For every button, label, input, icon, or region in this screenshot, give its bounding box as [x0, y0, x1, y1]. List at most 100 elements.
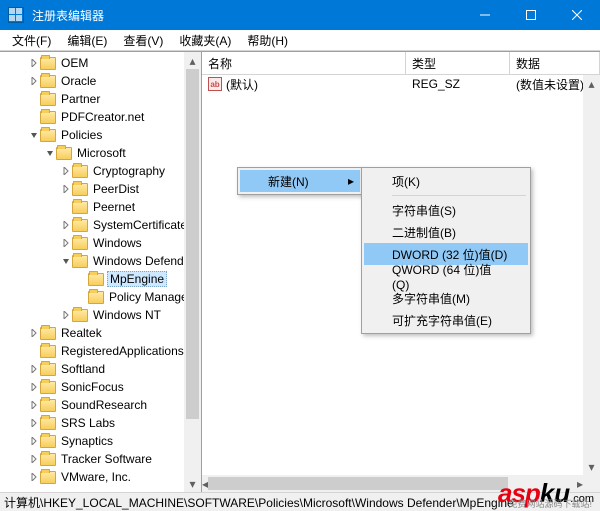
tree-item[interactable]: Tracker Software: [12, 450, 201, 468]
tree-item[interactable]: Realtek: [12, 324, 201, 342]
tree-item[interactable]: Partner: [12, 90, 201, 108]
ctx-multistring[interactable]: 多字符串值(M): [364, 287, 528, 309]
col-type[interactable]: 类型: [406, 52, 510, 74]
tree-scrollbar[interactable]: ▴ ▾: [184, 52, 201, 492]
expand-icon[interactable]: [60, 167, 72, 175]
tree-item[interactable]: PeerDist: [12, 180, 201, 198]
menu-file[interactable]: 文件(F): [4, 30, 59, 51]
ctx-qword[interactable]: QWORD (64 位)值(Q): [364, 265, 528, 287]
expand-icon[interactable]: [60, 239, 72, 247]
tree-item[interactable]: Softland: [12, 360, 201, 378]
maximize-button[interactable]: [508, 0, 554, 30]
tree-item[interactable]: SoundResearch: [12, 396, 201, 414]
tree-label: MpEngine: [107, 271, 167, 287]
folder-icon: [40, 75, 56, 88]
value-name: (默认): [226, 76, 258, 93]
tree-item[interactable]: SonicFocus: [12, 378, 201, 396]
tree-label: Policy Manager: [107, 290, 194, 304]
tree-item[interactable]: Policy Manager: [12, 288, 201, 306]
string-value-icon: ab: [208, 77, 222, 91]
ctx-expandstring[interactable]: 可扩充字符串值(E): [364, 309, 528, 331]
ctx-label: 新建(N): [268, 173, 309, 190]
expand-icon[interactable]: [28, 329, 40, 337]
expand-icon[interactable]: [60, 221, 72, 229]
col-name[interactable]: 名称: [202, 52, 406, 74]
folder-icon: [72, 237, 88, 250]
tree-item[interactable]: SRS Labs: [12, 414, 201, 432]
expand-icon[interactable]: [60, 185, 72, 193]
tree-label: Realtek: [59, 326, 104, 340]
menu-edit[interactable]: 编辑(E): [59, 30, 115, 51]
tree-label: Microsoft: [75, 146, 128, 160]
scroll-thumb-h[interactable]: [208, 477, 508, 490]
expand-icon[interactable]: [28, 59, 40, 67]
folder-icon: [72, 165, 88, 178]
ctx-key[interactable]: 项(K): [364, 170, 528, 192]
tree-item[interactable]: Oracle: [12, 72, 201, 90]
ctx-new[interactable]: 新建(N) ▸: [240, 170, 360, 192]
expand-icon[interactable]: [28, 419, 40, 427]
menu-help[interactable]: 帮助(H): [239, 30, 296, 51]
tree-item[interactable]: Cryptography: [12, 162, 201, 180]
tree-item[interactable]: SystemCertificates: [12, 216, 201, 234]
collapse-icon[interactable]: [60, 257, 72, 265]
tree-label: SoundResearch: [59, 398, 149, 412]
list-scrollbar-h[interactable]: ◂ ▸: [202, 475, 583, 492]
tree-item[interactable]: RegisteredApplications: [12, 342, 201, 360]
tree-label: SystemCertificates: [91, 218, 195, 232]
expand-icon[interactable]: [28, 77, 40, 85]
ctx-binary[interactable]: 二进制值(B): [364, 221, 528, 243]
tree-item[interactable]: Synaptics: [12, 432, 201, 450]
tree-item[interactable]: Peernet: [12, 198, 201, 216]
tree-label: Windows NT: [91, 308, 163, 322]
expand-icon[interactable]: [28, 437, 40, 445]
col-data[interactable]: 数据: [510, 52, 600, 74]
tree-item[interactable]: Windows Defender: [12, 252, 201, 270]
menu-view[interactable]: 查看(V): [115, 30, 171, 51]
expand-icon[interactable]: [28, 401, 40, 409]
tree-item[interactable]: Microsoft: [12, 144, 201, 162]
expand-icon[interactable]: [28, 455, 40, 463]
folder-icon: [40, 381, 56, 394]
minimize-button[interactable]: [462, 0, 508, 30]
folder-icon: [40, 363, 56, 376]
folder-icon: [88, 273, 104, 286]
scroll-thumb[interactable]: [186, 69, 199, 419]
scroll-down-icon[interactable]: ▾: [184, 475, 201, 492]
list-scrollbar-v[interactable]: ▴ ▾: [583, 75, 600, 475]
folder-icon: [88, 291, 104, 304]
ctx-string[interactable]: 字符串值(S): [364, 199, 528, 221]
scroll-down-icon[interactable]: ▾: [583, 458, 600, 475]
expand-icon[interactable]: [28, 473, 40, 481]
collapse-icon[interactable]: [28, 131, 40, 139]
tree-item[interactable]: Windows: [12, 234, 201, 252]
expand-icon[interactable]: [28, 365, 40, 373]
expand-icon[interactable]: [28, 383, 40, 391]
folder-icon: [40, 399, 56, 412]
tree-item[interactable]: MpEngine: [12, 270, 201, 288]
expand-icon[interactable]: [60, 311, 72, 319]
scroll-up-icon[interactable]: ▴: [583, 75, 600, 92]
tree-label: PeerDist: [91, 182, 141, 196]
scroll-up-icon[interactable]: ▴: [184, 52, 201, 69]
value-type: REG_SZ: [406, 77, 510, 91]
menubar: 文件(F) 编辑(E) 查看(V) 收藏夹(A) 帮助(H): [0, 30, 600, 51]
collapse-icon[interactable]: [44, 149, 56, 157]
tree-item[interactable]: Windows NT: [12, 306, 201, 324]
tree-item[interactable]: VMware, Inc.: [12, 468, 201, 486]
list-row[interactable]: ab (默认) REG_SZ (数值未设置): [202, 75, 600, 93]
tree-label: SonicFocus: [59, 380, 126, 394]
tree-label: Synaptics: [59, 434, 115, 448]
menu-favorites[interactable]: 收藏夹(A): [171, 30, 239, 51]
folder-icon: [40, 327, 56, 340]
folder-icon: [40, 345, 56, 358]
tree-item[interactable]: OEM: [12, 54, 201, 72]
folder-icon: [40, 417, 56, 430]
tree-item[interactable]: Policies: [12, 126, 201, 144]
folder-icon: [72, 309, 88, 322]
tree-item[interactable]: PDFCreator.net: [12, 108, 201, 126]
folder-icon: [72, 201, 88, 214]
close-button[interactable]: [554, 0, 600, 30]
folder-icon: [72, 183, 88, 196]
tree-label: Peernet: [91, 200, 137, 214]
